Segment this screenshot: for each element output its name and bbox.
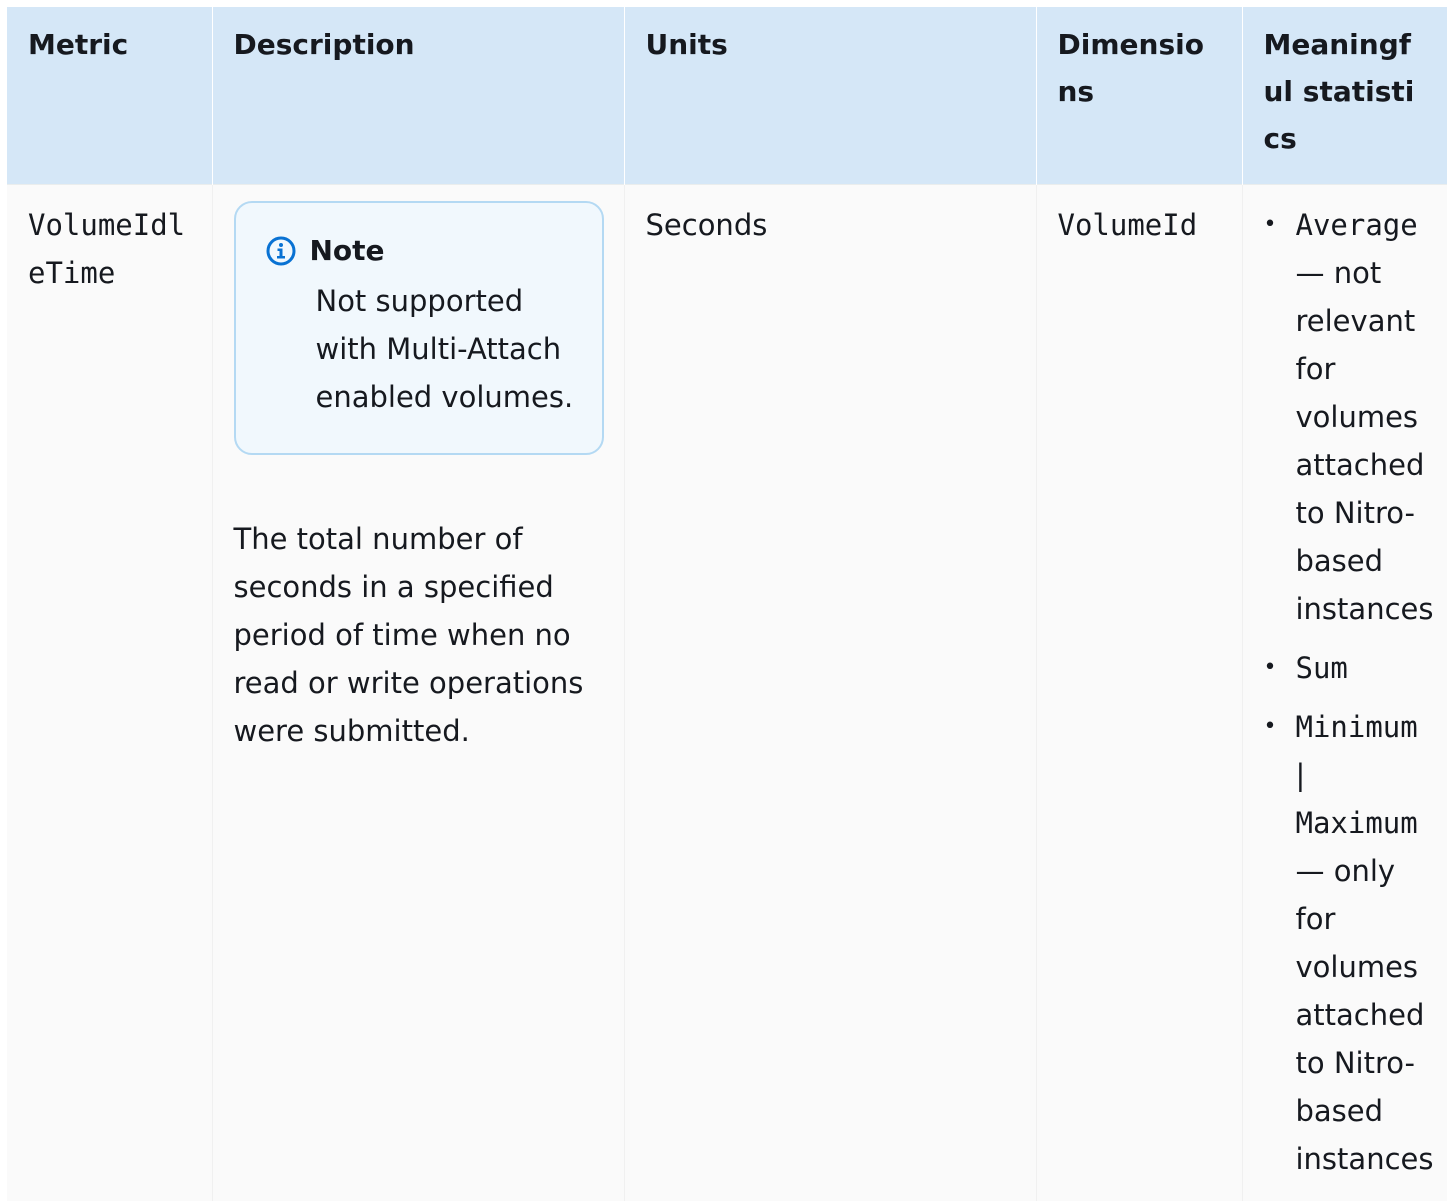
metric-name: VolumeIdleTime — [28, 201, 192, 297]
header-description: Description — [212, 7, 624, 185]
cell-description: Note Not supported with Multi-Attach ena… — [212, 185, 624, 1201]
stat-separator: | — [1296, 758, 1306, 792]
description-text: The total number of seconds in a specifi… — [234, 515, 604, 755]
stat-text: — only for volumes attached to Nitro-bas… — [1296, 854, 1434, 1176]
metrics-table: Metric Description Units Dimensions Mean… — [7, 7, 1447, 1201]
stat-code: Sum — [1296, 651, 1348, 685]
info-icon — [266, 236, 296, 266]
cell-dimensions: VolumeId — [1036, 185, 1242, 1201]
bullet-icon: • — [1264, 703, 1277, 751]
stat-code-2: Maximum — [1296, 806, 1418, 840]
header-dimensions: Dimensions — [1036, 7, 1242, 185]
note-title: Note — [310, 231, 385, 271]
list-item: • Average — not relevant for volumes att… — [1264, 201, 1428, 633]
note-header: Note — [266, 231, 582, 271]
header-meaningful-statistics: Meaningful statistics — [1242, 7, 1447, 185]
header-units: Units — [624, 7, 1036, 185]
table-row: VolumeIdleTime Note Not supporte — [7, 185, 1447, 1201]
cell-metric: VolumeIdleTime — [7, 185, 212, 1201]
cell-units: Seconds — [624, 185, 1036, 1201]
cell-statistics: • Average — not relevant for volumes att… — [1242, 185, 1447, 1201]
dimensions-value: VolumeId — [1058, 208, 1198, 242]
stat-code: Minimum — [1296, 710, 1418, 744]
statistics-list: • Average — not relevant for volumes att… — [1264, 201, 1428, 1183]
note-box: Note Not supported with Multi-Attach ena… — [234, 201, 604, 455]
list-item: • Minimum | Maximum — only for volumes a… — [1264, 703, 1428, 1183]
stat-text: — not relevant for volumes attached to N… — [1296, 256, 1434, 626]
header-metric: Metric — [7, 7, 212, 185]
bullet-icon: • — [1264, 201, 1277, 249]
table-header-row: Metric Description Units Dimensions Mean… — [7, 7, 1447, 185]
units-value: Seconds — [646, 208, 768, 242]
note-text: Not supported with Multi-Attach enabled … — [316, 277, 582, 421]
stat-code: Average — [1296, 208, 1418, 242]
bullet-icon: • — [1264, 644, 1277, 692]
list-item: • Sum — [1264, 644, 1428, 692]
